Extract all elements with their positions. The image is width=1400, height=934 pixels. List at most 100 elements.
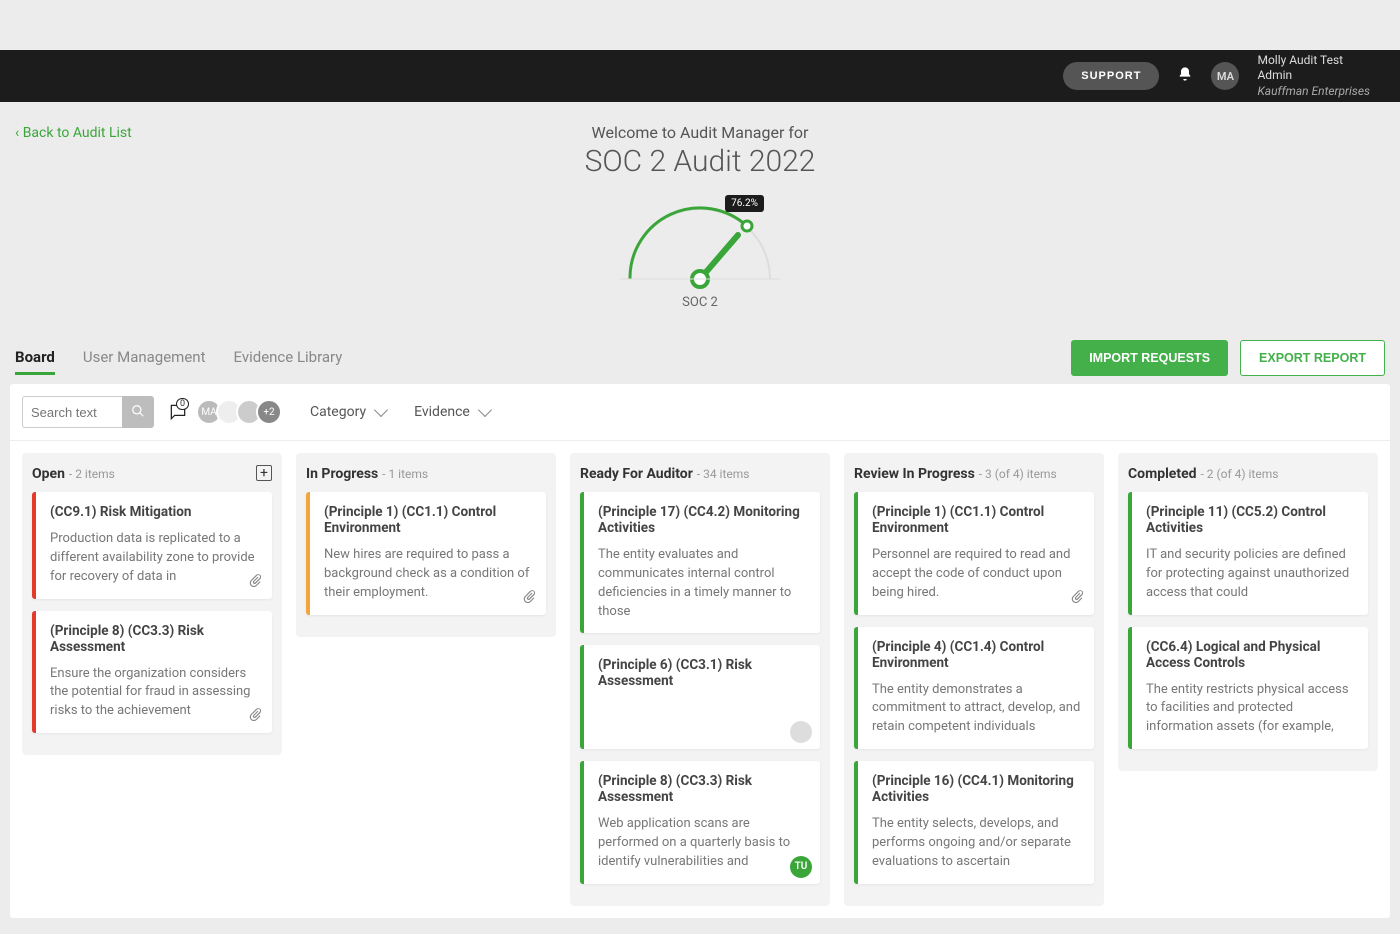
- tab-board[interactable]: Board: [15, 342, 55, 375]
- user-role: Admin: [1257, 68, 1370, 84]
- chevron-down-icon: [374, 403, 388, 417]
- gauge-widget: 76.2% SOC 2: [0, 189, 1400, 310]
- evidence-dropdown[interactable]: Evidence: [414, 404, 490, 420]
- topbar: SUPPORT MA Molly Audit Test Admin Kauffm…: [0, 50, 1400, 102]
- card-title: (Principle 6) (CC3.1) Risk Assessment: [598, 657, 808, 689]
- export-report-button[interactable]: EXPORT REPORT: [1240, 340, 1385, 376]
- kanban-card[interactable]: (CC9.1) Risk Mitigation Production data i…: [32, 492, 272, 599]
- chevron-left-icon: ‹: [15, 125, 19, 141]
- column-header: Ready For Auditor - 34 items: [580, 463, 820, 482]
- kanban-card[interactable]: (Principle 1) (CC1.1) Control Environmen…: [854, 492, 1094, 615]
- attachment-icon: [522, 588, 536, 607]
- filter-row: 0 MA +2 Category Evidence: [10, 396, 1390, 441]
- avatar-stack[interactable]: MA +2: [202, 399, 282, 425]
- column-header: Completed - 2 (of 4) items: [1128, 463, 1368, 482]
- support-button[interactable]: SUPPORT: [1063, 62, 1159, 90]
- column-count: - 2 items: [69, 467, 115, 481]
- card-title: (Principle 17) (CC4.2) Monitoring Activi…: [598, 504, 808, 536]
- tab-evidence-library[interactable]: Evidence Library: [233, 342, 342, 375]
- gauge-percent-badge: 76.2%: [725, 195, 764, 212]
- card-title: (CC9.1) Risk Mitigation: [50, 504, 260, 520]
- card-title: (CC6.4) Logical and Physical Access Cont…: [1146, 639, 1356, 671]
- column-title: In Progress: [306, 466, 378, 482]
- column-header: Open - 2 items +: [32, 463, 272, 482]
- card-title: (Principle 1) (CC1.1) Control Environmen…: [872, 504, 1082, 536]
- card-body: Personnel are required to read and accep…: [872, 546, 1082, 603]
- bell-icon[interactable]: [1177, 66, 1193, 86]
- column-title: Completed: [1128, 466, 1197, 482]
- kanban-column: In Progress - 1 items (Principle 1) (CC1.…: [296, 453, 556, 637]
- kanban-column: Review In Progress - 3 (of 4) items (Prin…: [844, 453, 1104, 906]
- search-button[interactable]: [122, 396, 154, 428]
- kanban-card[interactable]: (Principle 4) (CC1.4) Control Environmen…: [854, 627, 1094, 750]
- tab-user-management[interactable]: User Management: [83, 342, 206, 375]
- card-title: (Principle 16) (CC4.1) Monitoring Activi…: [872, 773, 1082, 805]
- card-title: (Principle 1) (CC1.1) Control Environmen…: [324, 504, 534, 536]
- kanban-card[interactable]: (Principle 6) (CC3.1) Risk Assessment: [580, 645, 820, 749]
- board-area: 0 MA +2 Category Evidence Open - 2 items…: [10, 384, 1390, 918]
- column-header: In Progress - 1 items: [306, 463, 546, 482]
- user-name: Molly Audit Test: [1257, 53, 1370, 69]
- card-body: The entity demonstrates a commitment to …: [872, 681, 1082, 738]
- card-body: Production data is replicated to a diffe…: [50, 530, 260, 587]
- kanban-column: Ready For Auditor - 34 items (Principle 1…: [570, 453, 830, 906]
- card-body: The entity selects, develops, and perfor…: [872, 815, 1082, 872]
- kanban-card[interactable]: (CC6.4) Logical and Physical Access Cont…: [1128, 627, 1368, 750]
- import-requests-button[interactable]: IMPORT REQUESTS: [1071, 340, 1228, 376]
- tabs-row: Board User Management Evidence Library I…: [0, 340, 1400, 376]
- card-avatar: TU: [790, 856, 812, 878]
- comments-button[interactable]: 0: [168, 402, 188, 422]
- kanban-card[interactable]: (Principle 17) (CC4.2) Monitoring Activi…: [580, 492, 820, 633]
- kanban-card[interactable]: (Principle 16) (CC4.1) Monitoring Activi…: [854, 761, 1094, 884]
- search-wrap: [22, 396, 154, 428]
- stack-avatar-more: +2: [256, 399, 282, 425]
- column-header: Review In Progress - 3 (of 4) items: [854, 463, 1094, 482]
- kanban-column: Open - 2 items + (CC9.1) Risk Mitigation Pr…: [22, 453, 282, 755]
- kanban-card[interactable]: (Principle 11) (CC5.2) Control Activitie…: [1128, 492, 1368, 615]
- card-title: (Principle 8) (CC3.3) Risk Assessment: [50, 623, 260, 655]
- gauge-arc: 76.2%: [610, 189, 790, 289]
- user-org: Kauffman Enterprises: [1257, 84, 1370, 100]
- column-title: Review In Progress: [854, 466, 975, 482]
- back-to-audit-list-link[interactable]: ‹ Back to Audit List: [15, 125, 132, 141]
- column-count: - 3 (of 4) items: [979, 467, 1057, 481]
- kanban-card[interactable]: (Principle 8) (CC3.3) Risk AssessmentWeb…: [580, 761, 820, 884]
- comment-count-badge: 0: [176, 398, 189, 410]
- chevron-down-icon: [478, 403, 492, 417]
- kanban-card[interactable]: (Principle 1) (CC1.1) Control Environmen…: [306, 492, 546, 615]
- welcome-prefix: Welcome to Audit Manager for: [0, 123, 1400, 142]
- category-dropdown[interactable]: Category: [310, 404, 386, 420]
- search-input[interactable]: [22, 396, 122, 428]
- card-title: (Principle 4) (CC1.4) Control Environmen…: [872, 639, 1082, 671]
- card-body: Ensure the organization considers the po…: [50, 665, 260, 722]
- add-card-button[interactable]: +: [256, 465, 272, 481]
- card-title: (Principle 8) (CC3.3) Risk Assessment: [598, 773, 808, 805]
- attachment-icon: [1070, 588, 1084, 607]
- kanban-column: Completed - 2 (of 4) items (Principle 11)…: [1118, 453, 1378, 771]
- audit-title: SOC 2 Audit 2022: [0, 144, 1400, 179]
- gauge-label: SOC 2: [682, 295, 718, 310]
- card-title: (Principle 11) (CC5.2) Control Activitie…: [1146, 504, 1356, 536]
- card-avatar: [790, 721, 812, 743]
- action-buttons: IMPORT REQUESTS EXPORT REPORT: [1071, 340, 1385, 376]
- search-icon: [131, 404, 145, 421]
- user-avatar[interactable]: MA: [1211, 62, 1239, 90]
- backlink-label: Back to Audit List: [23, 125, 132, 141]
- attachment-icon: [248, 572, 262, 591]
- card-body: New hires are required to pass a backgro…: [324, 546, 534, 603]
- card-body: The entity restricts physical access to …: [1146, 681, 1356, 738]
- tabs: Board User Management Evidence Library: [15, 342, 342, 375]
- welcome-header: Welcome to Audit Manager for SOC 2 Audit…: [0, 123, 1400, 179]
- column-count: - 2 (of 4) items: [1200, 467, 1278, 481]
- column-title: Ready For Auditor: [580, 466, 693, 482]
- category-label: Category: [310, 404, 366, 420]
- column-count: - 1 items: [382, 467, 428, 481]
- column-title: Open: [32, 466, 65, 482]
- column-count: - 34 items: [697, 467, 750, 481]
- evidence-label: Evidence: [414, 404, 470, 420]
- user-info: Molly Audit Test Admin Kauffman Enterpri…: [1257, 53, 1370, 100]
- attachment-icon: [248, 706, 262, 725]
- card-body: The entity evaluates and communicates in…: [598, 546, 808, 621]
- card-body: [598, 699, 808, 737]
- kanban-card[interactable]: (Principle 8) (CC3.3) Risk Assessment Ens…: [32, 611, 272, 734]
